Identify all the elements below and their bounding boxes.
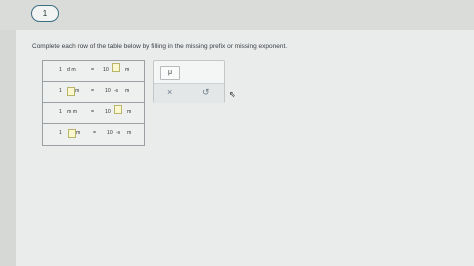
row2-result-unit: m [125, 88, 130, 94]
row2-prefix-input[interactable] [67, 87, 75, 96]
table-row-4: 1 m = 10 -9 m [43, 124, 144, 144]
row4-equals: = [93, 130, 97, 136]
top-band [0, 0, 474, 30]
table-row-1: 1 d m = 10 m [43, 61, 144, 82]
clear-icon[interactable]: × [167, 87, 172, 97]
row1-base: 10 [103, 67, 109, 73]
row3-unit: m m [67, 109, 78, 115]
row1-result-unit: m [125, 67, 130, 73]
prefix-table: 1 d m = 10 m 1 m = 10 -6 m 1 m m = 10 m … [42, 60, 145, 146]
row4-result-unit: m [127, 130, 132, 136]
row3-number: 1 [59, 109, 62, 115]
table-row-3: 1 m m = 10 m [43, 103, 144, 124]
left-band [0, 30, 16, 266]
table-row-2: 1 m = 10 -6 m [43, 82, 144, 103]
row2-number: 1 [59, 88, 62, 94]
row3-equals: = [91, 109, 95, 115]
row1-exponent-input[interactable] [112, 63, 120, 72]
row1-unit: d m [67, 67, 76, 73]
row1-equals: = [91, 67, 95, 73]
panel-action-bar: × ↺ [154, 83, 224, 103]
row2-unit: m [75, 88, 80, 94]
row4-number: 1 [59, 130, 62, 136]
mouse-cursor-icon: ⇖ [229, 90, 236, 99]
row3-base: 10 [105, 109, 111, 115]
row4-prefix-input[interactable] [68, 129, 76, 138]
undo-icon[interactable]: ↺ [202, 87, 210, 98]
mu-prefix-button[interactable]: μ [160, 66, 180, 80]
row4-exponent: -9 [116, 130, 121, 135]
instruction-text: Complete each row of the table below by … [32, 43, 288, 50]
row3-exponent-input[interactable] [114, 105, 122, 114]
row1-number: 1 [59, 67, 62, 73]
row3-result-unit: m [127, 109, 132, 115]
question-number-pill[interactable]: 1 [31, 5, 59, 22]
row2-exponent: -6 [114, 88, 119, 93]
row4-base: 10 [107, 130, 113, 136]
row4-unit: m [76, 130, 81, 136]
answer-tools-panel: μ × ↺ [153, 60, 225, 103]
row2-equals: = [91, 88, 95, 94]
row2-base: 10 [105, 88, 111, 94]
